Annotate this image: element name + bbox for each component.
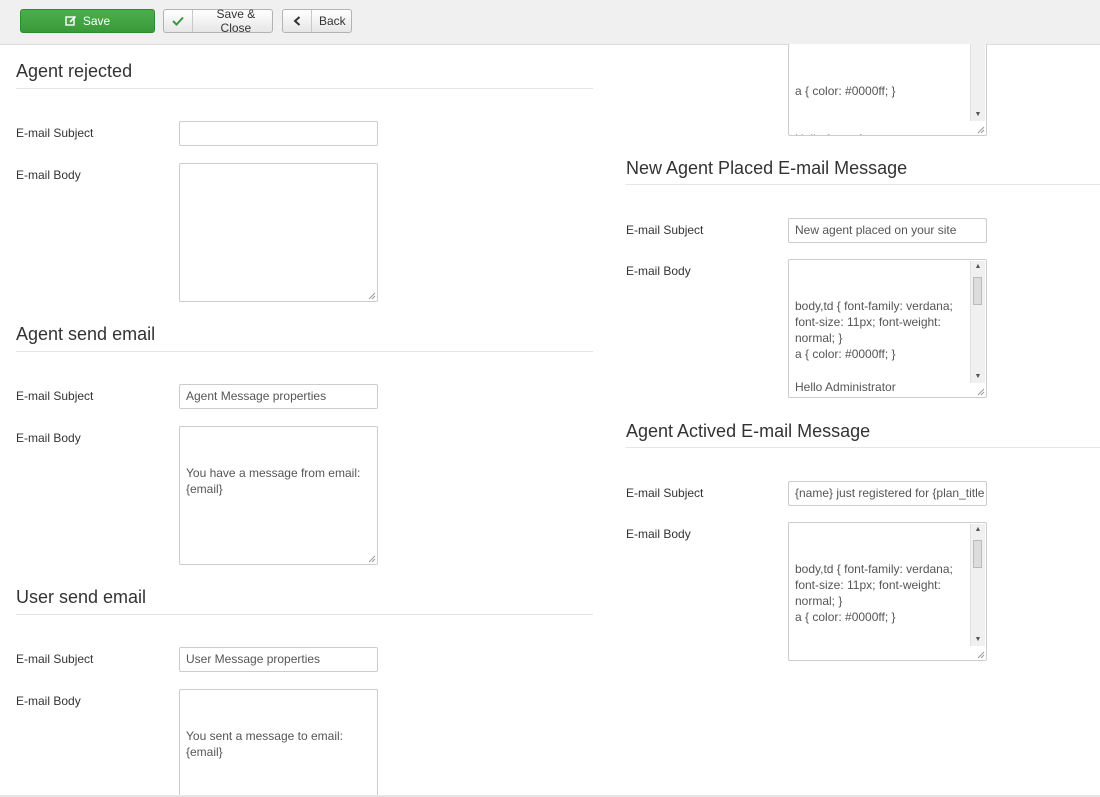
section-divider: [626, 184, 1100, 185]
resize-grip-icon[interactable]: [975, 124, 985, 134]
agent-rejected-subject-input[interactable]: [179, 121, 378, 146]
checkmark-icon: [164, 10, 193, 32]
scroll-up-arrow-icon[interactable]: ▲: [971, 524, 985, 536]
scroll-down-arrow-icon[interactable]: ▼: [971, 109, 985, 121]
textarea-content: body,td { font-family: verdana; font-siz…: [795, 298, 953, 395]
section-title-agent-actived: Agent Actived E-mail Message: [626, 421, 871, 441]
agent-actived-body-textarea[interactable]: body,td { font-family: verdana; font-siz…: [788, 522, 987, 661]
textarea-scrollbar[interactable]: ▲ ▼: [970, 261, 985, 383]
scrollbar-thumb[interactable]: [973, 277, 982, 305]
textarea-content: a { color: #0000ff; } Hello {name}, This…: [795, 83, 896, 135]
section-title-user-send-email: User send email: [16, 587, 147, 607]
resize-grip-icon[interactable]: [366, 553, 376, 563]
email-body-label: E-mail Body: [16, 168, 81, 182]
user-send-subject-input[interactable]: User Message properties: [179, 647, 378, 672]
email-body-label: E-mail Body: [16, 431, 81, 445]
agent-actived-subject-input[interactable]: {name} just registered for {plan_title: [788, 481, 987, 506]
textarea-content: You sent a message to email: {email}: [186, 728, 347, 759]
email-body-label: E-mail Body: [626, 264, 691, 278]
chevron-left-icon: [283, 10, 312, 32]
new-agent-body-textarea[interactable]: body,td { font-family: verdana; font-siz…: [788, 259, 987, 398]
scroll-down-arrow-icon[interactable]: ▼: [971, 634, 985, 646]
resize-grip-icon[interactable]: [975, 386, 985, 396]
save-button-label: Save: [82, 14, 111, 28]
back-button[interactable]: Back: [282, 9, 352, 33]
email-subject-label: E-mail Subject: [626, 486, 704, 500]
email-subject-label: E-mail Subject: [16, 389, 94, 403]
textarea-content: body,td { font-family: verdana; font-siz…: [795, 561, 953, 660]
section-divider: [16, 351, 593, 352]
agent-send-body-textarea[interactable]: You have a message from email: {email}: [179, 426, 378, 565]
save-button[interactable]: Save: [20, 9, 155, 33]
email-body-label: E-mail Body: [626, 527, 691, 541]
scroll-down-arrow-icon[interactable]: ▼: [971, 371, 985, 383]
section-title-new-agent-placed: New Agent Placed E-mail Message: [626, 158, 908, 178]
textarea-scrollbar[interactable]: ▼: [970, 44, 985, 121]
resize-grip-icon[interactable]: [975, 649, 985, 659]
textarea-content: You have a message from email: {email}: [186, 465, 364, 496]
edit-square-icon: [65, 15, 77, 27]
save-close-button[interactable]: Save & Close: [163, 7, 273, 35]
agent-send-subject-input[interactable]: Agent Message properties: [179, 384, 378, 409]
save-close-button-label: Save & Close: [216, 7, 256, 35]
scrollbar-thumb[interactable]: [973, 540, 982, 568]
agent-rejected-body-textarea[interactable]: [179, 163, 378, 302]
textarea-scrollbar[interactable]: ▲ ▼: [970, 524, 985, 646]
email-body-label: E-mail Body: [16, 694, 81, 708]
section-divider: [16, 614, 593, 615]
email-subject-label: E-mail Subject: [626, 223, 704, 237]
new-agent-subject-input[interactable]: New agent placed on your site: [788, 218, 987, 243]
scroll-up-arrow-icon[interactable]: ▲: [971, 261, 985, 273]
user-send-body-textarea[interactable]: You sent a message to email: {email}: [179, 689, 378, 797]
section-title-agent-send-email: Agent send email: [16, 324, 156, 344]
email-subject-label: E-mail Subject: [16, 126, 94, 140]
section-divider: [626, 447, 1100, 448]
payment-receipt-body-textarea[interactable]: a { color: #0000ff; } Hello {name}, This…: [788, 44, 987, 136]
section-title-agent-rejected: Agent rejected: [16, 61, 133, 81]
section-divider: [16, 88, 593, 89]
email-subject-label: E-mail Subject: [16, 652, 94, 666]
back-button-label: Back: [319, 14, 346, 28]
resize-grip-icon[interactable]: [366, 290, 376, 300]
toolbar: Save Save & Close Back: [0, 0, 1100, 45]
